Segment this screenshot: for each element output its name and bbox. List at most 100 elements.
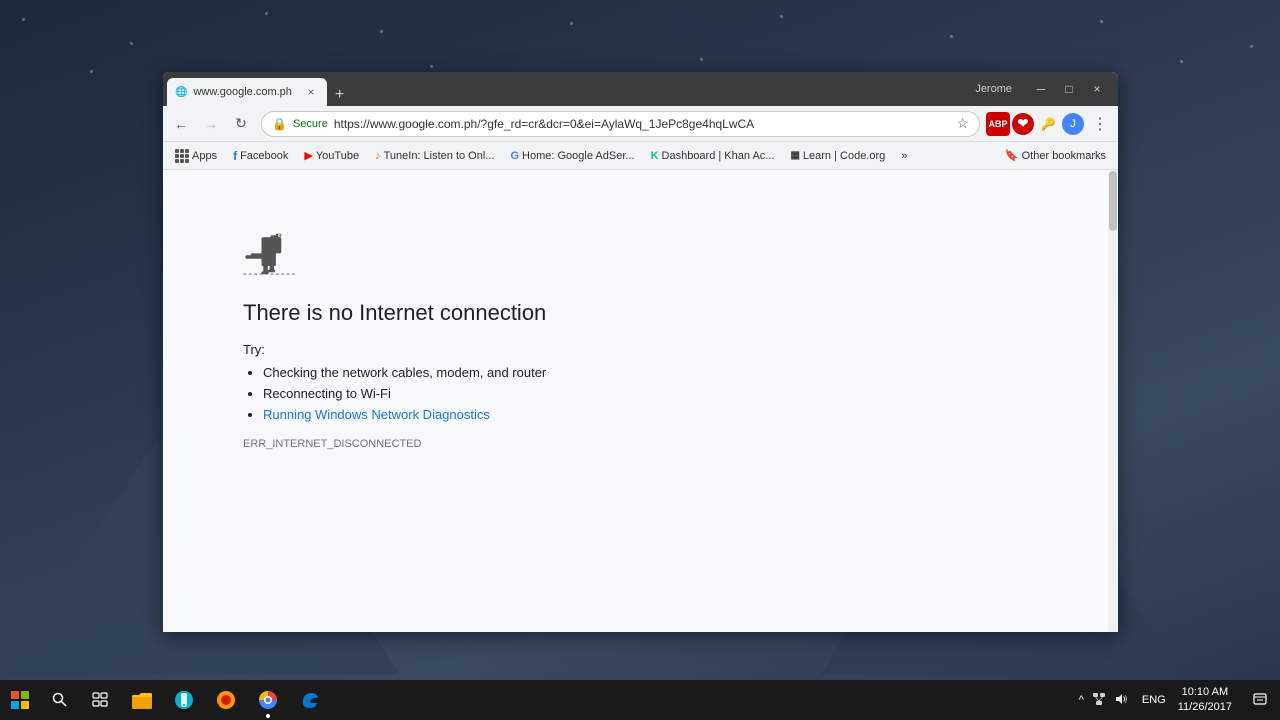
error-list-item-2: Reconnecting to Wi-Fi <box>263 386 723 401</box>
search-button[interactable] <box>40 680 80 720</box>
browser-tab[interactable]: 🌐 www.google.com.ph × <box>167 78 327 106</box>
tunein-label: TuneIn: Listen to Onl... <box>384 150 495 162</box>
dot <box>265 12 268 15</box>
bookmark-google-ads[interactable]: G Home: Google AdSer... <box>504 148 640 164</box>
profile-avatar[interactable]: J <box>1062 113 1084 135</box>
dot <box>90 70 93 73</box>
bookmark-folder-icon: 🔖 <box>1005 149 1019 162</box>
facebook-icon: f <box>233 149 237 163</box>
bookmark-code[interactable]: ▦ Learn | Code.org <box>784 148 891 164</box>
taskbar-pinned-apps <box>122 680 330 720</box>
clock-date: 11/26/2017 <box>1178 700 1232 715</box>
phone-icon <box>173 689 195 711</box>
start-button[interactable] <box>0 680 40 720</box>
dino-container <box>243 230 723 280</box>
error-list-item-1: Checking the network cables, modem, and … <box>263 365 723 380</box>
taskbar-file-explorer[interactable] <box>122 680 162 720</box>
error-list-item-3: Running Windows Network Diagnostics <box>263 407 723 422</box>
secure-label: Secure <box>293 118 328 130</box>
adblock-extension-icon[interactable]: ABP <box>986 112 1010 136</box>
bookmark-tunein[interactable]: ♪ TuneIn: Listen to Onl... <box>369 148 500 164</box>
taskbar-chrome[interactable] <box>248 680 288 720</box>
tunein-icon: ♪ <box>375 150 381 162</box>
bookmark-more-button[interactable]: » <box>895 148 913 164</box>
taskbar: ^ E <box>0 680 1280 720</box>
browser-window: 🌐 www.google.com.ph × + Jerome ─ □ × ← →… <box>163 72 1118 632</box>
close-button[interactable]: × <box>1084 76 1110 102</box>
system-clock[interactable]: 10:10 AM 11/26/2017 <box>1170 680 1240 720</box>
bookmark-youtube[interactable]: ▶ YouTube <box>298 147 365 164</box>
task-view-button[interactable] <box>80 680 120 720</box>
dot <box>1180 60 1183 63</box>
lastpass-extension-icon[interactable]: ❤ <box>1012 113 1034 135</box>
dot <box>430 65 433 68</box>
nav-bar: ← → ↻ 🔒 Secure https://www.google.com.ph… <box>163 106 1118 142</box>
refresh-button[interactable]: ↻ <box>227 110 255 138</box>
chrome-icon <box>257 689 279 711</box>
url-text[interactable]: https://www.google.com.ph/?gfe_rd=cr&dcr… <box>334 117 951 131</box>
back-button[interactable]: ← <box>167 110 195 138</box>
code-icon: ▦ <box>790 150 799 161</box>
error-list: Checking the network cables, modem, and … <box>243 365 723 422</box>
language-indicator[interactable]: ENG <box>1138 694 1170 706</box>
chrome-menu-button[interactable]: ⋮ <box>1086 110 1114 138</box>
nav-right-icons: ABP ❤ 🔑 J ⋮ <box>986 110 1114 138</box>
dot <box>1250 45 1253 48</box>
search-icon <box>52 692 68 708</box>
taskbar-firefox[interactable] <box>206 680 246 720</box>
notification-icon <box>1253 693 1267 707</box>
minimize-button[interactable]: ─ <box>1028 76 1054 102</box>
code-label: Learn | Code.org <box>803 150 885 162</box>
system-tray: ^ <box>1069 680 1138 720</box>
youtube-icon: ▶ <box>304 149 312 162</box>
scrollbar[interactable] <box>1108 170 1118 632</box>
network-diagnostics-link[interactable]: Running Windows Network Diagnostics <box>263 407 490 422</box>
bookmark-facebook[interactable]: f Facebook <box>227 147 294 165</box>
notification-center-button[interactable] <box>1240 680 1280 720</box>
maximize-button[interactable]: □ <box>1056 76 1082 102</box>
more-bookmarks-icon: » <box>901 150 907 162</box>
error-title: There is no Internet connection <box>243 300 723 326</box>
bookmarks-bar: Apps f Facebook ▶ YouTube ♪ TuneIn: List… <box>163 142 1118 170</box>
khan-label: Dashboard | Khan Ac... <box>662 150 775 162</box>
task-view-icon <box>92 692 108 708</box>
other-bookmarks-label: Other bookmarks <box>1022 150 1106 162</box>
network-svg-icon <box>1092 692 1106 706</box>
system-tray-chevron[interactable]: ^ <box>1077 692 1086 708</box>
user-profile-area[interactable]: Jerome <box>967 83 1020 95</box>
error-try-label: Try: <box>243 342 723 357</box>
bookmark-khan[interactable]: K Dashboard | Khan Ac... <box>645 148 781 164</box>
dot <box>380 30 383 33</box>
dino-icon <box>243 230 298 275</box>
other-bookmarks[interactable]: 🔖 Other bookmarks <box>999 147 1112 164</box>
volume-svg-icon <box>1114 692 1128 706</box>
address-bar[interactable]: 🔒 Secure https://www.google.com.ph/?gfe_… <box>261 111 980 137</box>
bookmark-apps[interactable]: Apps <box>169 147 223 165</box>
windows-logo-icon <box>11 691 29 709</box>
forward-button[interactable]: → <box>197 110 225 138</box>
network-icon[interactable] <box>1090 690 1108 711</box>
tab-close-button[interactable]: × <box>303 84 319 100</box>
edge-icon <box>299 689 321 711</box>
desktop: 🌐 www.google.com.ph × + Jerome ─ □ × ← →… <box>0 0 1280 720</box>
dot <box>780 15 783 18</box>
page-content: There is no Internet connection Try: Che… <box>163 170 1118 632</box>
window-controls: ─ □ × <box>1020 72 1118 106</box>
clock-time: 10:10 AM <box>1182 685 1228 700</box>
taskbar-phone[interactable] <box>164 680 204 720</box>
google-icon: G <box>510 150 519 162</box>
apps-label: Apps <box>192 150 217 162</box>
lock-icon: 🔒 <box>272 117 287 131</box>
file-explorer-icon <box>131 689 153 711</box>
dot <box>570 22 573 25</box>
scrollbar-thumb[interactable] <box>1109 171 1117 231</box>
new-tab-button[interactable]: + <box>327 86 352 104</box>
bookmark-star-icon[interactable]: ☆ <box>956 115 969 132</box>
tab-label: www.google.com.ph <box>193 86 297 98</box>
error-page: There is no Internet connection Try: Che… <box>163 170 763 490</box>
volume-icon[interactable] <box>1112 690 1130 711</box>
firefox-icon <box>215 689 237 711</box>
tab-favicon: 🌐 <box>175 87 187 98</box>
taskbar-edge[interactable] <box>290 680 330 720</box>
key-extension-icon[interactable]: 🔑 <box>1036 112 1060 136</box>
